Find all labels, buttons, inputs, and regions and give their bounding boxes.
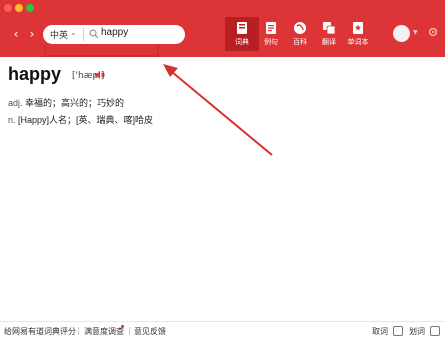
feedback-link[interactable]: 意见反馈 [134, 326, 166, 337]
footer-divider [78, 327, 79, 335]
select-word-label: 划词 [409, 327, 425, 336]
status-bar: 给网易有道词典评分 满意度调查 意见反馈 取词 划词 [0, 321, 445, 338]
screen-word-checkbox[interactable] [393, 326, 403, 336]
screen-word-label: 取词 [372, 327, 388, 336]
footer-divider [129, 327, 130, 335]
survey-link[interactable]: 满意度调查 [84, 326, 124, 337]
select-word-checkbox[interactable] [430, 326, 440, 336]
notification-dot [121, 325, 124, 328]
annotation-arrow [163, 64, 273, 156]
rate-link[interactable]: 给网易有道词典评分 [4, 326, 76, 337]
